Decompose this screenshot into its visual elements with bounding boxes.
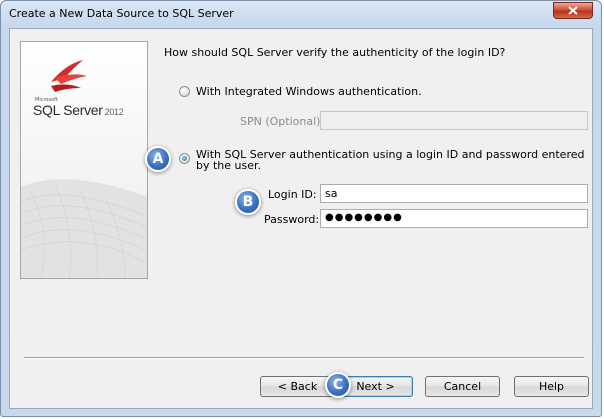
sql-server-logo-panel: Microsoft SQL Server 2012 [20,41,148,279]
logo-product-name: SQL Server 2012 [33,102,124,118]
cancel-button[interactable]: Cancel [425,376,500,397]
logo-year: 2012 [104,107,124,117]
help-button[interactable]: Help [514,376,589,397]
callout-a: A [145,146,171,172]
callout-b: B [235,189,261,215]
sql-server-logo-icon [21,60,147,278]
integrated-auth-radio[interactable] [179,86,190,97]
spn-input[interactable] [320,111,588,130]
close-icon [568,6,578,15]
logo-product-text: SQL Server [33,102,103,118]
dialog-content: Microsoft SQL Server 2012 How should SQL … [9,28,593,409]
auth-question: How should SQL Server verify the authent… [164,46,506,59]
login-id-label: Login ID: [268,188,317,201]
window-title: Create a New Data Source to SQL Server [9,7,234,20]
integrated-auth-label[interactable]: With Integrated Windows authentication. [196,86,422,97]
spn-label: SPN (Optional): [240,115,325,128]
sql-auth-radio[interactable] [179,153,190,164]
callout-c: C [325,372,351,398]
dialog-window: Create a New Data Source to SQL Server M… [0,0,602,417]
password-input[interactable]: ●●●●●●●● [320,209,588,228]
title-bar: Create a New Data Source to SQL Server [1,1,601,27]
password-label: Password: [264,213,320,226]
login-id-input[interactable]: sa [320,184,588,203]
back-button[interactable]: < Back [260,376,335,397]
button-separator [24,357,584,359]
sql-auth-label[interactable]: With SQL Server authentication using a l… [196,149,586,171]
close-button[interactable] [553,2,593,19]
